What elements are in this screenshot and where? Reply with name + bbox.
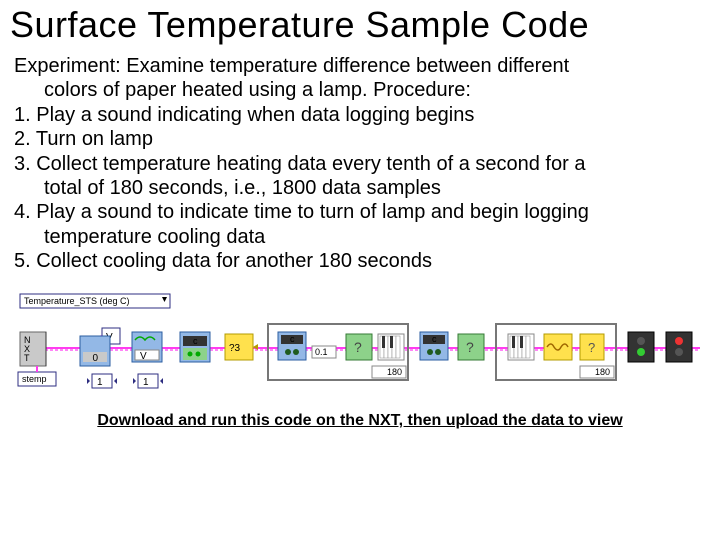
step-4: 4. Play a sound to indicate time to turn…	[14, 200, 710, 224]
const-1b: 1	[143, 377, 149, 388]
step-3b: total of 180 seconds, i.e., 1800 data sa…	[14, 176, 710, 200]
body-text: Experiment: Examine temperature differen…	[10, 54, 710, 274]
download-instruction: Download and run this code on the NXT, t…	[10, 412, 710, 430]
const-v-b: V	[140, 351, 147, 362]
slide-title: Surface Temperature Sample Code	[10, 4, 710, 46]
labview-diagram: Temperature_STS (deg C) N X T stemp V 0	[10, 292, 710, 402]
file-label: stemp	[22, 374, 47, 384]
step-1: 1. Play a sound indicating when data log…	[14, 103, 710, 127]
intro-line-2: colors of paper heated using a lamp. Pro…	[14, 78, 710, 102]
c-label-3: c	[432, 334, 437, 344]
sensor-dropdown-label: Temperature_STS (deg C)	[24, 296, 130, 306]
svg-text:T: T	[24, 353, 30, 363]
q2: ?	[466, 339, 474, 355]
loop1-count: 180	[387, 367, 402, 377]
wait-val: 0.1	[315, 347, 328, 357]
svg-text:?: ?	[588, 340, 595, 355]
const-0: 0	[92, 353, 98, 364]
step-4b: temperature cooling data	[14, 225, 710, 249]
intro-line-1: Experiment: Examine temperature differen…	[14, 54, 710, 78]
q1: ?	[354, 339, 362, 355]
loop2-count: 180	[595, 367, 610, 377]
step-5: 5. Collect cooling data for another 180 …	[14, 249, 710, 273]
step-3: 3. Collect temperature heating data ever…	[14, 152, 710, 176]
c-label-2: c	[290, 334, 295, 344]
wait-expr: ?3	[229, 343, 241, 354]
step-2: 2. Turn on lamp	[14, 127, 710, 151]
c-label-1: c	[193, 336, 198, 346]
const-1a: 1	[97, 377, 103, 388]
